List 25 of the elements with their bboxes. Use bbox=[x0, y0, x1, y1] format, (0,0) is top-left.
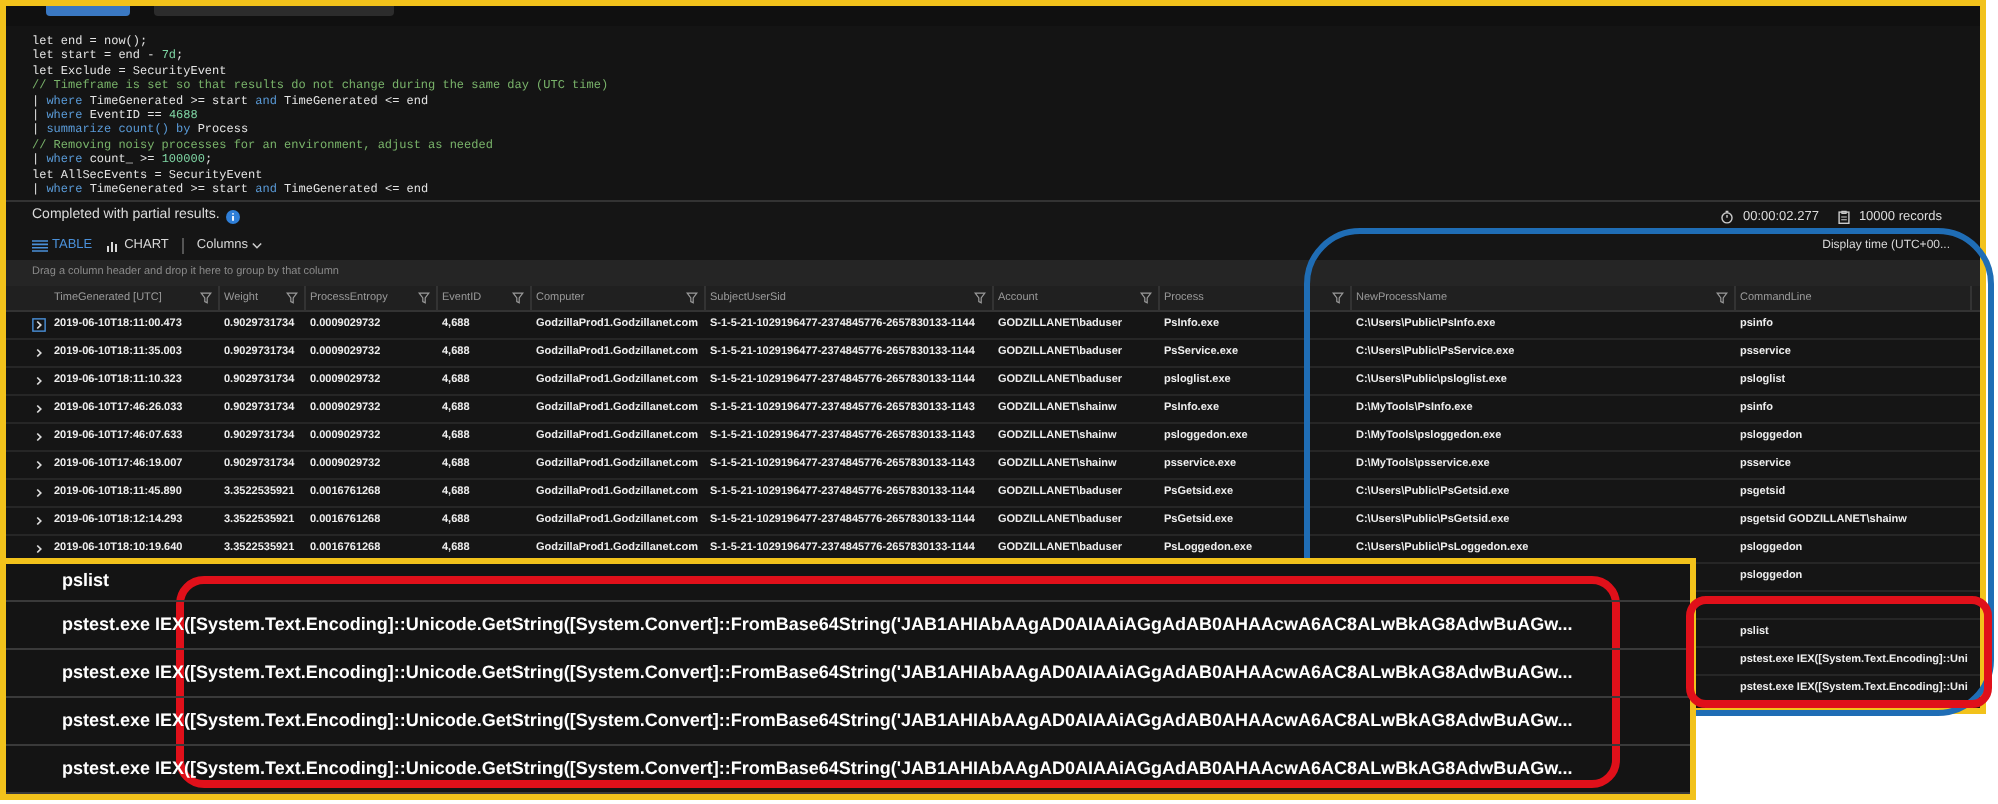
expand-chevron-icon[interactable] bbox=[31, 430, 45, 444]
expand-chevron-icon[interactable] bbox=[31, 458, 45, 472]
expand-chevron-icon[interactable] bbox=[31, 374, 45, 388]
clipboard-icon bbox=[1838, 210, 1851, 224]
filter-icon[interactable] bbox=[512, 292, 524, 304]
filter-icon[interactable] bbox=[686, 292, 698, 304]
filter-icon[interactable] bbox=[286, 292, 298, 304]
filter-icon[interactable] bbox=[200, 292, 212, 304]
expand-chevron-icon[interactable] bbox=[31, 542, 45, 556]
expand-chevron-icon[interactable] bbox=[31, 318, 45, 332]
expand-chevron-icon[interactable] bbox=[31, 346, 45, 360]
bar-chart-icon bbox=[106, 240, 121, 252]
expand-chevron-icon[interactable] bbox=[31, 402, 45, 416]
filter-icon[interactable] bbox=[418, 292, 430, 304]
filter-icon[interactable] bbox=[1332, 292, 1344, 304]
stopwatch-icon bbox=[1720, 210, 1735, 224]
filter-icon[interactable] bbox=[974, 292, 986, 304]
command-line-text: pslist bbox=[62, 568, 110, 595]
expand-chevron-icon[interactable] bbox=[31, 486, 45, 500]
grid-icon bbox=[32, 240, 48, 252]
filter-icon[interactable] bbox=[1716, 292, 1728, 304]
expand-chevron-icon[interactable] bbox=[31, 514, 45, 528]
chevron-down-icon bbox=[252, 242, 263, 250]
filter-icon[interactable] bbox=[1140, 292, 1152, 304]
info-icon[interactable] bbox=[225, 210, 240, 224]
